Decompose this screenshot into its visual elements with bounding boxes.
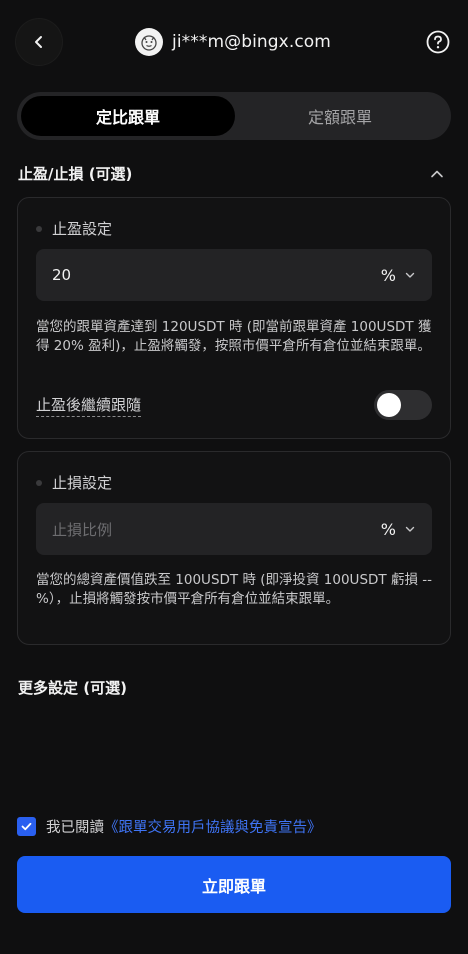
copy-now-button[interactable]: 立即跟單 xyxy=(17,856,451,913)
more-settings-title[interactable]: 更多設定 (可選) xyxy=(18,677,127,698)
avatar xyxy=(135,28,163,56)
toggle-knob xyxy=(377,393,401,417)
chevron-down-icon xyxy=(405,272,415,278)
back-button[interactable] xyxy=(16,19,62,65)
stop-loss-label-row: 止損設定 xyxy=(36,472,112,493)
stop-loss-card: 止損設定 止損比例 % 當您的總資產價值跌至 100USDT 時 (即淨投資 1… xyxy=(17,451,451,645)
question-circle-icon xyxy=(426,30,450,54)
take-profit-unit-select[interactable]: % xyxy=(381,266,416,285)
copy-mode-tabs: 定比跟單 定額跟單 xyxy=(17,92,451,140)
chevron-down-icon xyxy=(405,526,415,532)
continue-follow-label[interactable]: 止盈後繼續跟隨 xyxy=(36,394,142,417)
take-profit-label-row: 止盈設定 xyxy=(36,218,112,239)
user-email: ji***m@bingx.com xyxy=(172,32,331,52)
take-profit-description: 當您的跟單資產達到 120USDT 時 (即當前跟單資產 100USDT 獲得 … xyxy=(36,319,432,354)
agreement-row[interactable]: 我已閱讀 《跟單交易用戶協議與免責宣告》 xyxy=(17,816,322,837)
stop-loss-description: 當您的總資產價值跌至 100USDT 時 (即淨投資 100USDT 虧損 --… xyxy=(36,572,432,607)
agreement-checkbox[interactable] xyxy=(17,817,36,836)
chevron-up-icon[interactable] xyxy=(429,166,445,182)
check-icon xyxy=(21,822,32,831)
continue-follow-toggle[interactable] xyxy=(374,390,432,420)
bullet-dot xyxy=(36,479,42,486)
header: ji***m@bingx.com xyxy=(0,0,468,84)
stop-loss-label: 止損設定 xyxy=(52,474,113,492)
stop-loss-input[interactable]: 止損比例 % xyxy=(36,503,432,555)
take-profit-unit: % xyxy=(380,265,396,285)
stop-loss-unit-select[interactable]: % xyxy=(381,520,416,539)
help-button[interactable] xyxy=(425,29,451,55)
take-profit-input[interactable]: 20 % xyxy=(36,249,432,301)
bullet-dot xyxy=(36,225,42,232)
user-info: ji***m@bingx.com xyxy=(135,27,331,57)
stop-loss-unit: % xyxy=(380,519,396,539)
tab-ratio-copy[interactable]: 定比跟單 xyxy=(21,96,235,136)
take-profit-card: 止盈設定 20 % 當您的跟單資產達到 120USDT 時 (即當前跟單資產 1… xyxy=(17,197,451,439)
chevron-left-icon xyxy=(35,36,42,48)
agreement-link[interactable]: 《跟單交易用戶協議與免責宣告》 xyxy=(104,816,322,837)
take-profit-label: 止盈設定 xyxy=(52,220,113,238)
stop-loss-placeholder[interactable]: 止損比例 xyxy=(52,519,381,540)
agreement-prefix: 我已閱讀 xyxy=(46,820,104,836)
tab-fixed-amount-copy[interactable]: 定額跟單 xyxy=(233,96,447,136)
take-profit-value[interactable]: 20 xyxy=(52,266,381,284)
tp-sl-section-title[interactable]: 止盈/止損 (可選) xyxy=(18,163,132,184)
